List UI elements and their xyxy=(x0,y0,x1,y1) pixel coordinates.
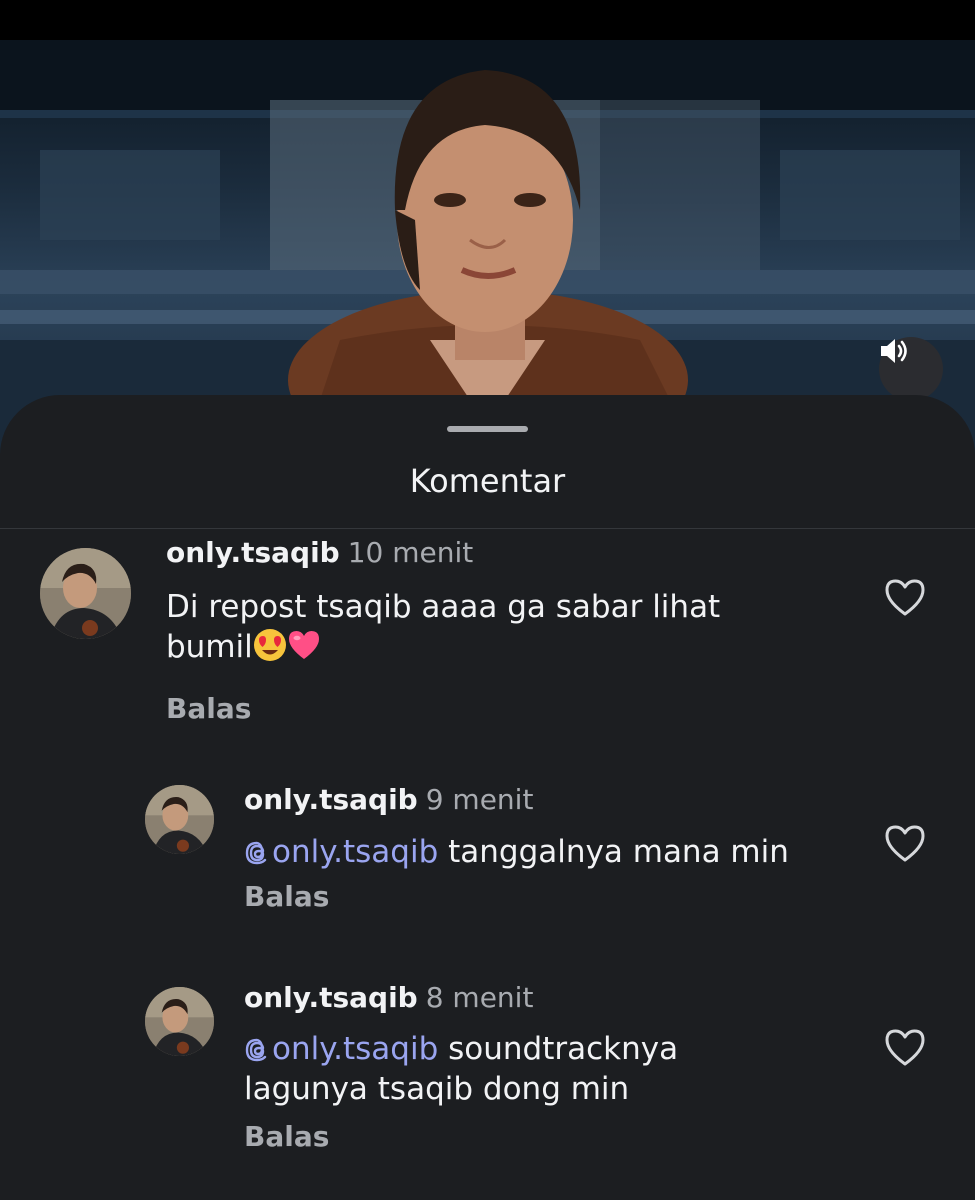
comment-time: 8 menit xyxy=(425,981,534,1014)
comment-username[interactable]: only.tsaqib xyxy=(244,783,418,816)
divider xyxy=(0,528,975,529)
comment-text-line: only.tsaqib soundtracknya xyxy=(244,1029,678,1069)
heart-outline-icon[interactable] xyxy=(883,1026,927,1068)
sound-toggle-button[interactable] xyxy=(879,337,943,401)
volume-icon xyxy=(881,339,907,363)
comment-username[interactable]: only.tsaqib xyxy=(244,981,418,1014)
threads-at-icon xyxy=(245,841,267,865)
comment-text: only.tsaqib soundtracknya lagunya tsaqib… xyxy=(244,1029,678,1109)
mention-text: only.tsaqib xyxy=(272,1031,439,1067)
comment-text-line-2: bumil xyxy=(166,627,720,667)
mention-link[interactable]: only.tsaqib xyxy=(244,834,438,870)
sheet-title: Komentar xyxy=(409,462,566,500)
comment-text-tail: tanggalnya mana min xyxy=(438,834,789,870)
comment-time: 10 menit xyxy=(347,536,474,569)
comment-reply: only.tsaqib 8 menit only.tsaqib soundtrac… xyxy=(0,981,975,1187)
comment-reply: only.tsaqib 9 menit only.tsaqib tanggalny… xyxy=(0,783,975,935)
comment-text-line-2: lagunya tsaqib dong min xyxy=(244,1071,630,1107)
mention-text: only.tsaqib xyxy=(272,834,439,870)
status-bar xyxy=(0,0,975,40)
avatar[interactable] xyxy=(145,987,214,1056)
comment-username[interactable]: only.tsaqib xyxy=(166,536,340,569)
comment: only.tsaqib 10 menit Di repost tsaqib aaa… xyxy=(0,536,975,726)
heart-outline-icon[interactable] xyxy=(883,822,927,864)
heart-eyes-emoji xyxy=(253,629,286,661)
reply-button[interactable]: Balas xyxy=(244,880,329,914)
reply-button[interactable]: Balas xyxy=(244,1120,329,1154)
comment-text: Di repost tsaqib aaaa ga sabar lihat bum… xyxy=(166,587,720,667)
comment-text-tail: soundtracknya xyxy=(438,1031,679,1067)
comment-text-tail: bumil xyxy=(166,629,253,665)
reply-button[interactable]: Balas xyxy=(166,692,251,726)
comment-text: only.tsaqib tanggalnya mana min xyxy=(244,832,789,872)
comment-text-line: Di repost tsaqib aaaa ga sabar lihat xyxy=(166,589,721,625)
threads-at-icon xyxy=(245,1038,267,1062)
avatar[interactable] xyxy=(145,785,214,854)
heart-outline-icon[interactable] xyxy=(883,576,927,618)
avatar[interactable] xyxy=(40,548,131,639)
comment-time: 9 menit xyxy=(425,783,534,816)
mention-link[interactable]: only.tsaqib xyxy=(244,1031,438,1067)
comments-sheet: Komentar only.tsaqib 10 menit Di repost t… xyxy=(0,395,975,1200)
pink-heart-emoji xyxy=(288,631,319,659)
drag-handle[interactable] xyxy=(447,426,528,432)
